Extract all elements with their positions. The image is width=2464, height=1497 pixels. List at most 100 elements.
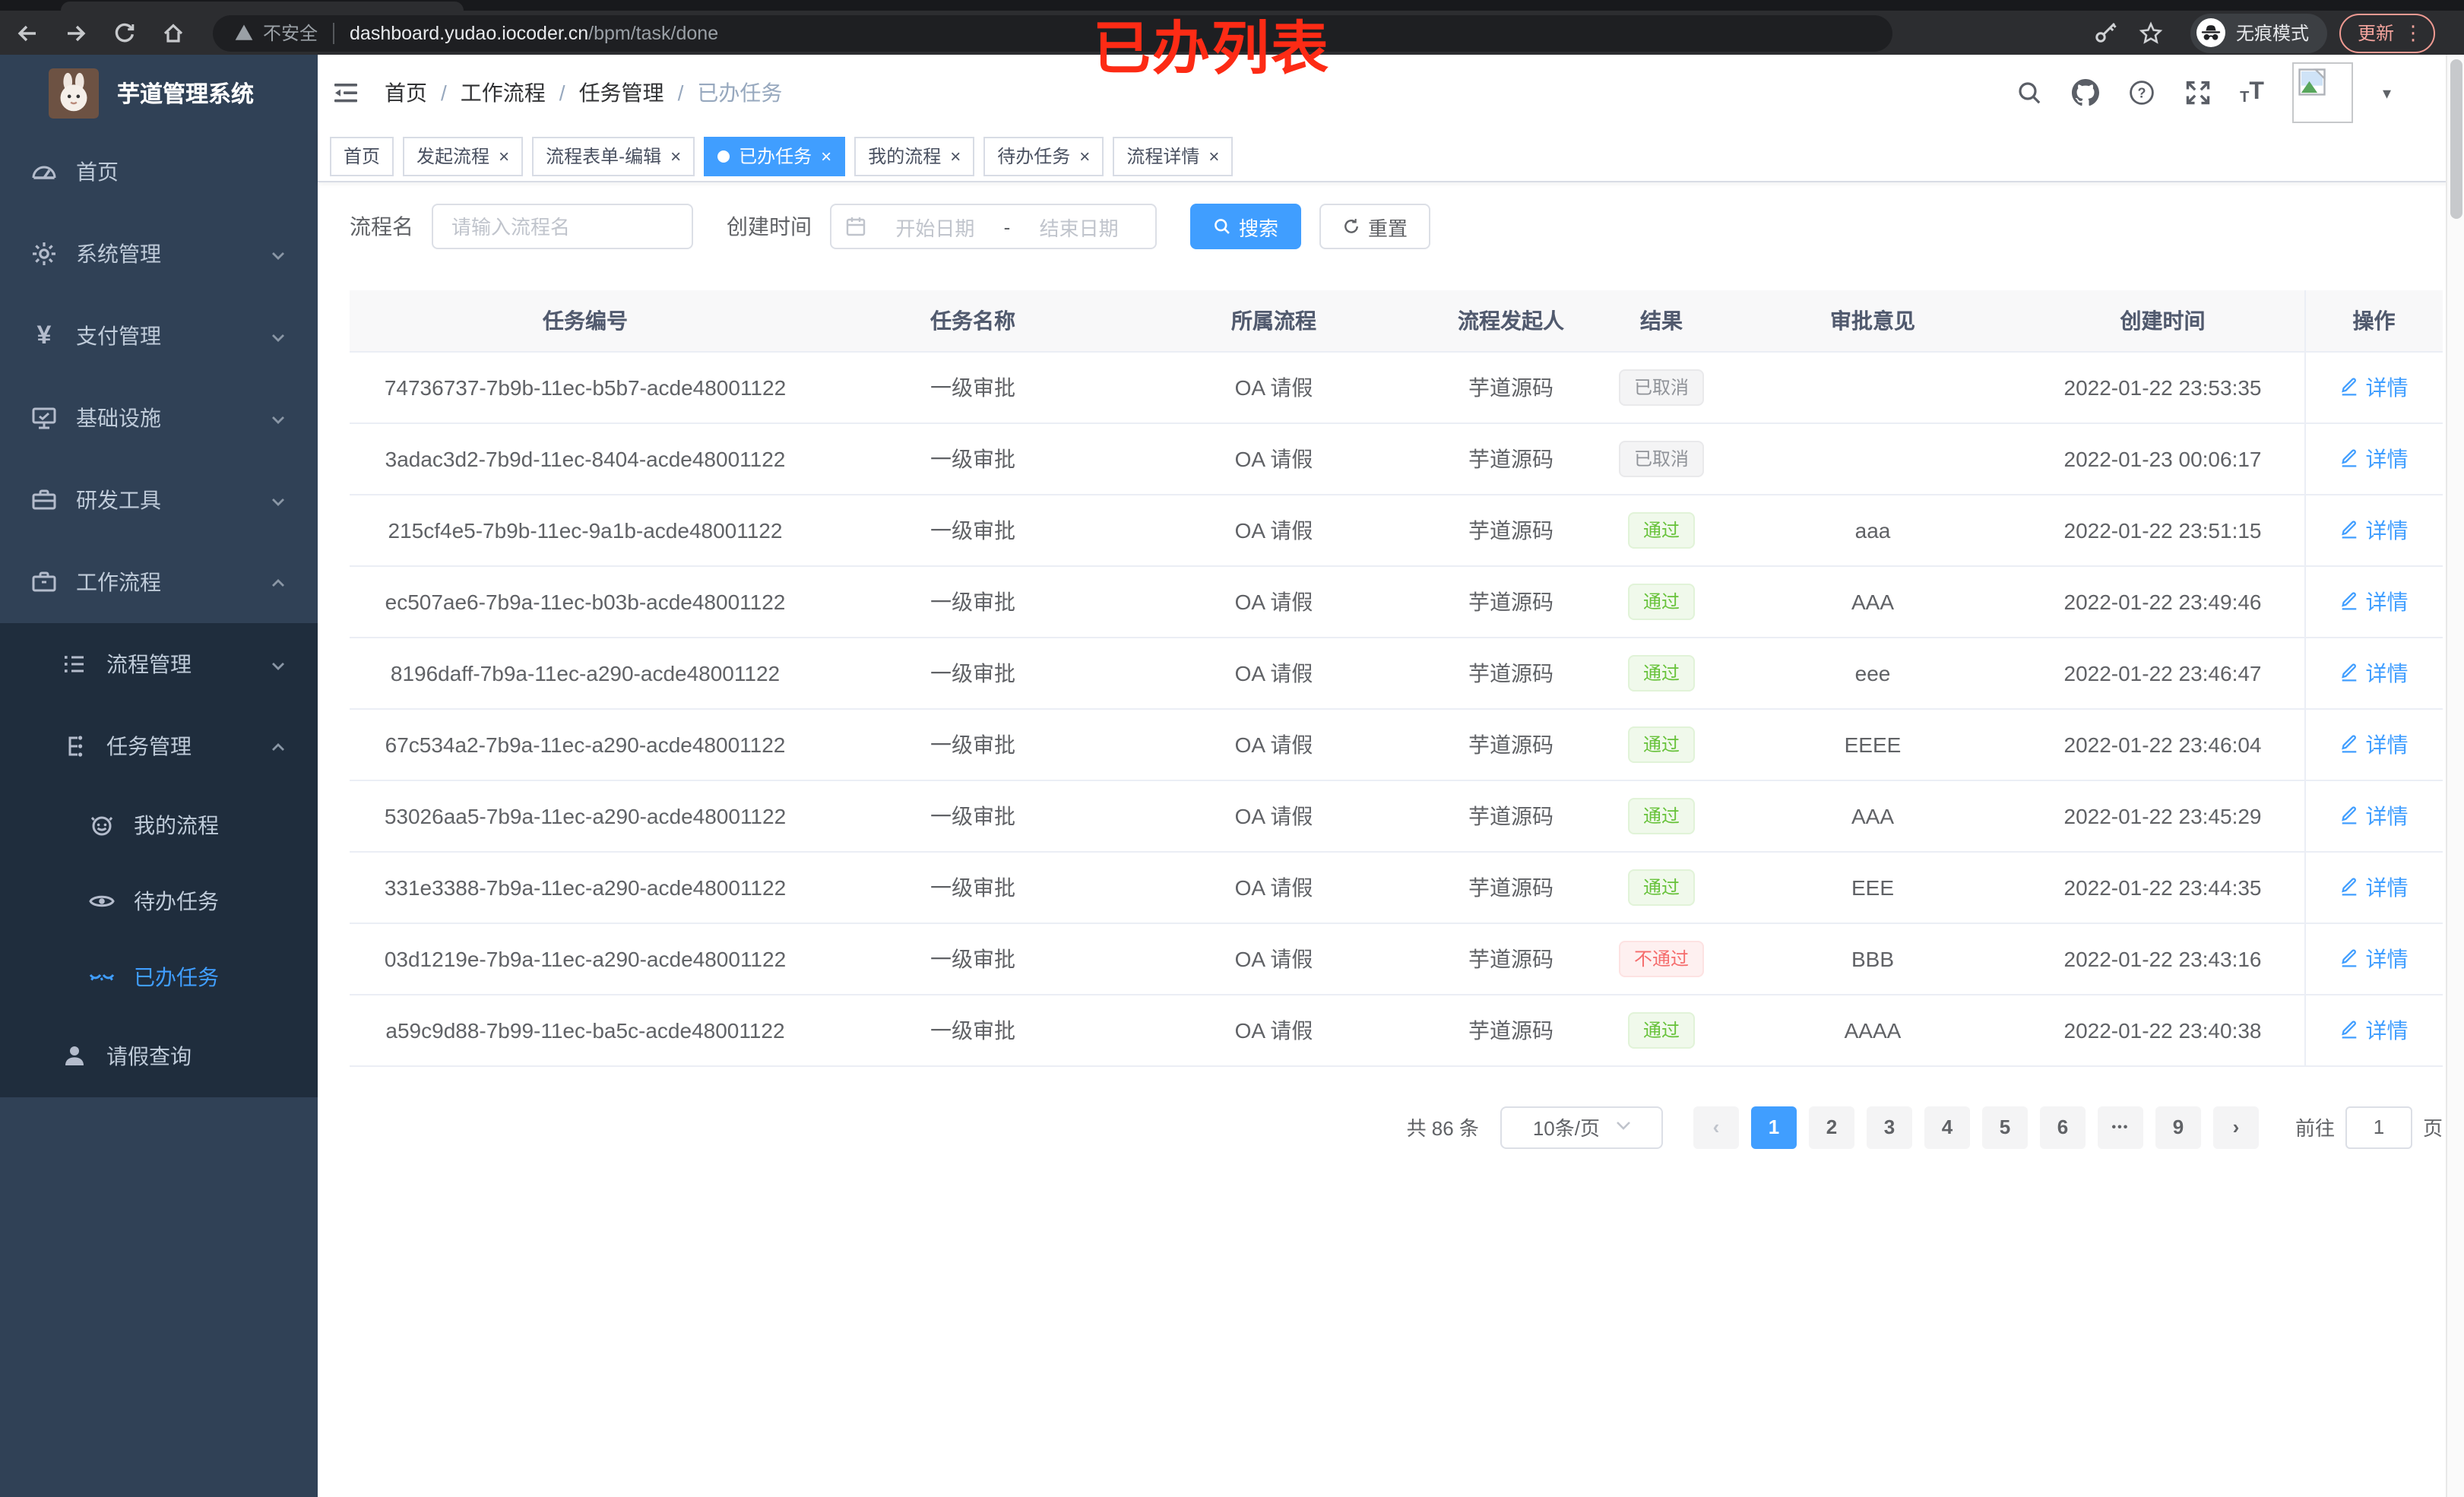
edit-pencil-icon: [2342, 1021, 2357, 1039]
scrollbar-thumb[interactable]: [2450, 59, 2462, 219]
sidebar-item-process-mgmt[interactable]: 流程管理: [0, 623, 318, 705]
detail-link[interactable]: 详情: [2340, 372, 2409, 402]
page-button-3[interactable]: 3: [1866, 1106, 1912, 1148]
close-icon[interactable]: ×: [821, 147, 831, 165]
github-icon[interactable]: [2071, 79, 2099, 106]
tab-done-tasks[interactable]: 已办任务 ×: [704, 136, 846, 176]
more-pages-button[interactable]: •••: [2097, 1106, 2143, 1148]
date-range-input[interactable]: 开始日期 - 结束日期: [830, 204, 1157, 249]
caret-down-icon[interactable]: ▾: [2383, 83, 2391, 103]
col-result: 结果: [1599, 290, 1724, 352]
close-icon[interactable]: ×: [670, 147, 681, 165]
robot-face-icon: [88, 812, 116, 839]
warning-icon: [234, 23, 254, 43]
toolbox-icon: [30, 486, 58, 514]
detail-link[interactable]: 详情: [2340, 872, 2409, 902]
close-icon[interactable]: ×: [1208, 147, 1219, 165]
table-row: 74736737-7b9b-11ec-b5b7-acde48001122 一级审批…: [350, 351, 2443, 423]
page-jumper: 前往 页: [2295, 1106, 2443, 1148]
tab-todo-tasks[interactable]: 待办任务 ×: [983, 136, 1104, 176]
sidebar-item-home[interactable]: 首页: [0, 131, 318, 213]
fullscreen-icon[interactable]: [2184, 79, 2211, 106]
forward-icon[interactable]: [64, 21, 88, 45]
chevron-down-icon: [269, 409, 287, 427]
breadcrumb: 首页 / 工作流程 / 任务管理 / 已办任务: [385, 78, 782, 108]
url-bar[interactable]: 不安全 dashboard.yudao.iocoder.cn/bpm/task/…: [213, 14, 1892, 51]
home-icon[interactable]: [161, 21, 185, 45]
sidebar-item-workflow[interactable]: 工作流程: [0, 541, 318, 623]
tab-home[interactable]: 首页: [330, 136, 394, 176]
breadcrumb-task-mgmt[interactable]: 任务管理: [579, 78, 664, 108]
detail-link[interactable]: 详情: [2340, 1014, 2409, 1045]
detail-link[interactable]: 详情: [2340, 657, 2409, 688]
search-button[interactable]: 搜索: [1190, 204, 1302, 249]
status-badge: 通过: [1627, 511, 1695, 548]
sidebar-item-my-process[interactable]: 我的流程: [0, 787, 318, 863]
sidebar-item-todo-tasks[interactable]: 待办任务: [0, 863, 318, 939]
page-button-9[interactable]: 9: [2155, 1106, 2201, 1148]
tab-form-edit[interactable]: 流程表单-编辑 ×: [532, 136, 695, 176]
app-logo[interactable]: 芋道管理系统: [0, 55, 318, 131]
update-label[interactable]: 更新: [2358, 20, 2394, 46]
page-button-6[interactable]: 6: [2039, 1106, 2086, 1148]
close-icon[interactable]: ×: [499, 147, 509, 165]
close-icon[interactable]: ×: [950, 147, 961, 165]
tab-start-process[interactable]: 发起流程 ×: [403, 136, 524, 176]
page-button-1[interactable]: 1: [1750, 1106, 1797, 1148]
svg-text:?: ?: [2137, 85, 2146, 100]
detail-link[interactable]: 详情: [2340, 586, 2409, 616]
main-area: 首页 / 工作流程 / 任务管理 / 已办任务 ? TT ▾ 首页 发起流程 ×…: [318, 55, 2464, 1497]
sidebar-item-leave-query[interactable]: 请假查询: [0, 1015, 318, 1097]
browser-menu-icon[interactable]: ⋮: [2403, 21, 2423, 45]
search-icon[interactable]: [2015, 79, 2042, 106]
detail-link[interactable]: 详情: [2340, 443, 2409, 473]
sidebar-item-task-mgmt[interactable]: 任务管理: [0, 705, 318, 787]
refresh-icon[interactable]: [112, 21, 137, 45]
sidebar-item-done-tasks[interactable]: 已办任务: [0, 939, 318, 1015]
prev-page-button[interactable]: ‹: [1693, 1106, 1739, 1148]
sidebar-item-devtools[interactable]: 研发工具: [0, 459, 318, 541]
status-badge: 已取消: [1618, 369, 1704, 405]
breadcrumb-workflow[interactable]: 工作流程: [461, 78, 546, 108]
tab-process-detail[interactable]: 流程详情 ×: [1113, 136, 1234, 176]
page-button-4[interactable]: 4: [1924, 1106, 1970, 1148]
reset-button[interactable]: 重置: [1319, 204, 1431, 249]
edit-pencil-icon: [2342, 806, 2357, 824]
help-icon[interactable]: ?: [2127, 79, 2155, 106]
status-badge: 通过: [1627, 726, 1695, 762]
star-icon[interactable]: [2139, 21, 2163, 45]
page-button-2[interactable]: 2: [1808, 1106, 1854, 1148]
detail-link[interactable]: 详情: [2340, 943, 2409, 973]
font-size-icon[interactable]: TT: [2240, 79, 2264, 106]
tab-my-process[interactable]: 我的流程 ×: [854, 136, 975, 176]
process-name-input[interactable]: [432, 204, 693, 249]
update-button[interactable]: 更新 ⋮: [2339, 13, 2436, 52]
header-actions: ? TT ▾: [2015, 55, 2391, 131]
back-icon[interactable]: [15, 21, 40, 45]
avatar[interactable]: [2292, 62, 2354, 123]
col-task-id: 任务编号: [350, 290, 821, 352]
sidebar-item-infra[interactable]: 基础设施: [0, 377, 318, 459]
sidebar-item-system[interactable]: 系统管理: [0, 213, 318, 295]
breadcrumb-home[interactable]: 首页: [385, 78, 427, 108]
security-label[interactable]: 不安全: [263, 20, 318, 46]
detail-link[interactable]: 详情: [2340, 800, 2409, 831]
detail-link[interactable]: 详情: [2340, 729, 2409, 759]
scrollbar-track[interactable]: [2446, 55, 2464, 1497]
breadcrumb-separator: /: [559, 81, 565, 105]
next-page-button[interactable]: ›: [2212, 1106, 2259, 1148]
page-button-5[interactable]: 5: [1981, 1106, 2028, 1148]
key-icon[interactable]: [2093, 20, 2119, 46]
browser-active-tab[interactable]: [61, 2, 464, 11]
close-icon[interactable]: ×: [1079, 147, 1090, 165]
table-header-row: 任务编号 任务名称 所属流程 流程发起人 结果 审批意见 创建时间 操作: [350, 290, 2443, 352]
goto-page-input[interactable]: [2345, 1106, 2412, 1148]
sidebar-item-payment[interactable]: ¥ 支付管理: [0, 295, 318, 377]
edit-pencil-icon: [2342, 592, 2357, 610]
col-actions: 操作: [2304, 290, 2443, 352]
page-size-select[interactable]: 10条/页: [1500, 1106, 1663, 1148]
status-badge: 已取消: [1618, 440, 1704, 476]
detail-link[interactable]: 详情: [2340, 514, 2409, 545]
menu-fold-icon[interactable]: [331, 78, 360, 107]
monitor-icon: [30, 404, 58, 432]
